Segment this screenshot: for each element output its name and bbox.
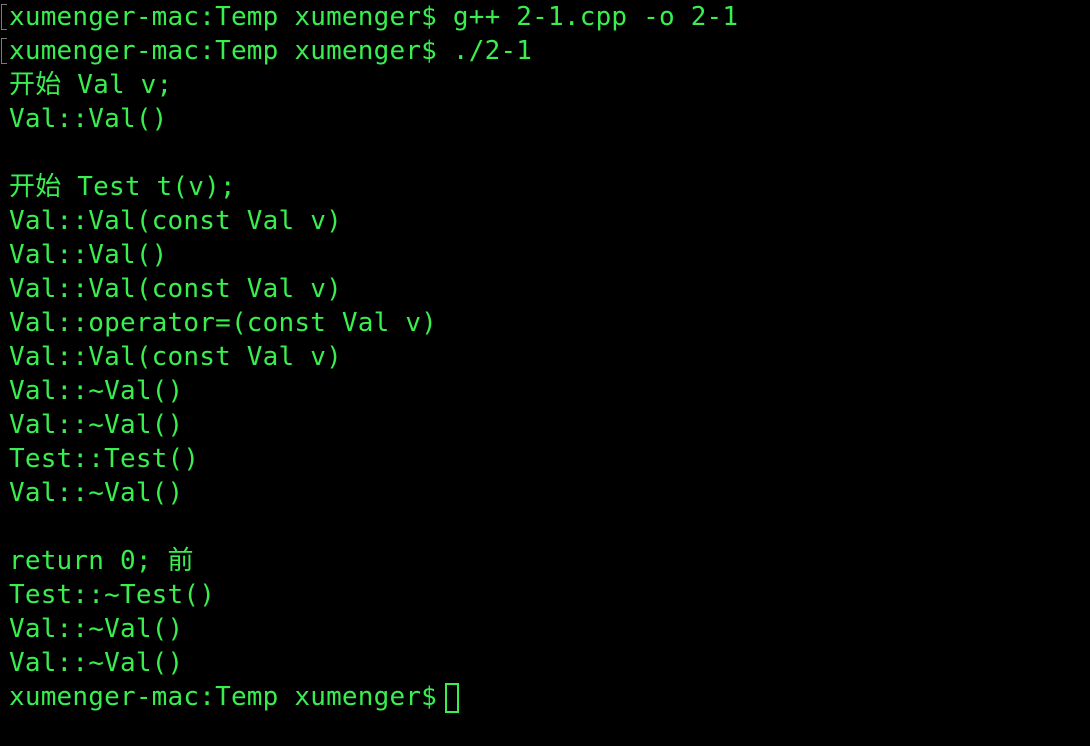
terminal-line-output: Val::operator=(const Val v): [9, 308, 438, 338]
terminal-line-output: Val::~Val(): [9, 648, 184, 678]
terminal-prompt: xumenger-mac:Temp xumenger$: [9, 682, 438, 712]
terminal-line-output: Val::~Val(): [9, 410, 184, 440]
terminal-line-output: Test::Test(): [9, 444, 200, 474]
terminal-line-command-run: xumenger-mac:Temp xumenger$ ./2-1: [9, 36, 533, 66]
terminal-line-output: Val::~Val(): [9, 376, 184, 406]
mark-bracket-icon: [1, 38, 7, 64]
terminal-line-command-compile: xumenger-mac:Temp xumenger$ g++ 2-1.cpp …: [9, 2, 739, 32]
terminal-window[interactable]: xumenger-mac:Temp xumenger$ g++ 2-1.cpp …: [0, 0, 1090, 746]
text-cursor: [445, 683, 460, 713]
terminal-line-output: Test::~Test(): [9, 580, 216, 610]
terminal-line-output: 开始 Test t(v);: [9, 172, 236, 202]
terminal-line-output: Val::Val(const Val v): [9, 342, 342, 372]
terminal-line-output: Val::~Val(): [9, 614, 184, 644]
mark-bracket-icon: [1, 4, 7, 30]
terminal-line-output: Val::Val(): [9, 240, 168, 270]
terminal-line-output: Val::~Val(): [9, 478, 184, 508]
terminal-line-output: Val::Val(const Val v): [9, 274, 342, 304]
terminal-prompt-line[interactable]: xumenger-mac:Temp xumenger$: [9, 680, 460, 714]
terminal-line-output: return 0; 前: [9, 546, 194, 576]
terminal-line-output: Val::Val(const Val v): [9, 206, 342, 236]
terminal-line-output: 开始 Val v;: [9, 70, 173, 100]
terminal-line-output: Val::Val(): [9, 104, 168, 134]
